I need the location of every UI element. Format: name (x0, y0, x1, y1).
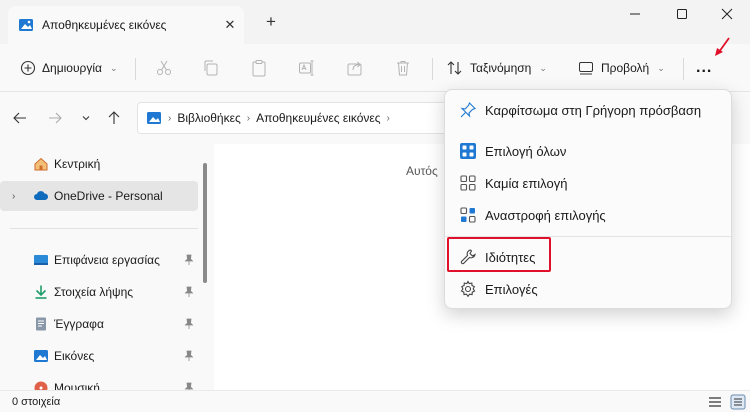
add-circle-icon (20, 60, 36, 76)
arrow-up-icon (108, 111, 120, 124)
menu-item-options[interactable]: Επιλογές (449, 274, 727, 304)
highlight-box (447, 237, 551, 272)
chevron-right-icon[interactable]: › (12, 191, 15, 202)
download-icon (35, 285, 47, 299)
rename-icon (299, 60, 314, 76)
delete-button[interactable] (394, 54, 412, 82)
new-tab-button[interactable]: + (260, 12, 282, 34)
divider (683, 58, 684, 80)
cloud-icon (34, 191, 49, 200)
sort-button[interactable]: Ταξινόμηση ⌄ (446, 54, 547, 82)
music-icon (34, 381, 48, 390)
menu-item-invert-selection[interactable]: Αναστροφή επιλογής (449, 200, 727, 230)
cut-button[interactable] (155, 54, 173, 82)
select-all-icon (460, 143, 476, 159)
close-window-button[interactable] (704, 0, 750, 28)
more-icon: ... (696, 59, 713, 76)
nav-item-onedrive[interactable]: › OneDrive - Personal (0, 181, 198, 211)
up-button[interactable] (104, 108, 124, 128)
nav-item-downloads[interactable]: Στοιχεία λήψης (0, 277, 198, 307)
copy-button[interactable] (202, 54, 220, 82)
invert-selection-icon (460, 207, 476, 223)
share-button[interactable] (346, 54, 364, 82)
new-button[interactable]: Δημιουργία ⌄ (20, 54, 117, 82)
view-button[interactable]: Προβολή ⌄ (577, 54, 665, 82)
command-bar: Δημιουργία ⌄ Ταξινόμηση ⌄ Προβολή ⌄ ... (0, 44, 750, 92)
sort-button-label: Ταξινόμηση (470, 61, 532, 75)
pin-icon[interactable] (184, 318, 194, 330)
nav-divider (10, 228, 198, 229)
pin-icon[interactable] (184, 286, 194, 298)
recent-locations-button[interactable] (76, 108, 96, 128)
new-button-label: Δημιουργία (42, 61, 102, 75)
title-bar: Αποθηκευμένες εικόνες ✕ + (0, 0, 750, 44)
home-icon (34, 157, 48, 171)
item-count: 0 στοιχεία (12, 396, 61, 408)
tiles-view-icon[interactable] (730, 394, 746, 410)
paste-button[interactable] (250, 54, 268, 82)
chevron-down-icon: ⌄ (657, 62, 665, 73)
tab-title: Αποθηκευμένες εικόνες (42, 18, 167, 32)
nav-item-pictures[interactable]: Εικόνες (0, 341, 198, 371)
pictures-icon (34, 350, 48, 362)
nav-item-home[interactable]: Κεντρική (0, 149, 198, 179)
pictures-folder-icon (19, 19, 33, 31)
nav-item-desktop[interactable]: Επιφάνεια εργασίας (0, 245, 198, 275)
pictures-folder-icon (147, 112, 161, 124)
select-none-icon (460, 175, 476, 191)
see-more-button[interactable]: ... (696, 54, 712, 82)
breadcrumb-saved-pictures[interactable]: Αποθηκευμένες εικόνες (256, 111, 380, 125)
details-view-icon[interactable] (708, 395, 722, 409)
chevron-down-icon: ⌄ (539, 62, 547, 73)
divider (135, 58, 136, 80)
desktop-icon (34, 255, 48, 265)
forward-button[interactable] (45, 108, 65, 128)
column-header[interactable]: Αυτός (406, 164, 438, 178)
arrow-right-icon (49, 112, 62, 124)
rename-button[interactable] (298, 54, 316, 82)
close-icon (721, 8, 733, 20)
view-icon (579, 62, 593, 75)
red-arrow-icon (715, 37, 730, 56)
see-more-menu: Καρφίτσωμα στη Γρήγορη πρόσβαση Επιλογή … (444, 89, 732, 309)
nav-item-music[interactable]: Μουσική (0, 373, 198, 390)
status-bar: 0 στοιχεία (0, 390, 750, 412)
back-button[interactable] (10, 108, 30, 128)
gear-icon (460, 280, 476, 298)
breadcrumb-chevron-icon: › (386, 112, 390, 124)
chevron-down-icon (82, 116, 90, 121)
paste-icon (252, 60, 266, 77)
chevron-down-icon: ⌄ (109, 62, 118, 73)
close-tab-icon[interactable]: ✕ (216, 17, 244, 33)
share-icon (347, 61, 362, 76)
breadcrumb-chevron-icon: › (168, 112, 172, 124)
address-bar[interactable]: › Βιβλιοθήκες › Αποθηκευμένες εικόνες › (137, 102, 457, 134)
copy-icon (204, 60, 218, 76)
pin-icon (460, 102, 476, 118)
breadcrumb-libraries[interactable]: Βιβλιοθήκες (177, 111, 240, 125)
menu-item-pin-quick-access[interactable]: Καρφίτσωμα στη Γρήγορη πρόσβαση (449, 95, 727, 125)
trash-icon (397, 61, 409, 76)
cut-icon (157, 60, 171, 75)
navigation-pane: Κεντρική › OneDrive - Personal Επιφάνεια… (0, 144, 214, 390)
maximize-button[interactable] (659, 0, 705, 28)
minimize-icon (630, 13, 640, 15)
tab-saved-pictures[interactable]: Αποθηκευμένες εικόνες ✕ (8, 6, 244, 44)
sort-icon (447, 61, 462, 75)
pin-icon[interactable] (184, 350, 194, 362)
menu-item-select-all[interactable]: Επιλογή όλων (449, 136, 727, 166)
breadcrumb-chevron-icon: › (246, 112, 251, 124)
view-button-label: Προβολή (601, 61, 650, 75)
menu-item-select-none[interactable]: Καμία επιλογή (449, 168, 727, 198)
arrow-left-icon (13, 112, 26, 124)
divider (432, 58, 433, 80)
pin-icon[interactable] (184, 382, 194, 390)
document-icon (36, 317, 46, 331)
nav-scrollbar[interactable] (203, 163, 207, 283)
minimize-button[interactable] (612, 0, 658, 28)
pin-icon[interactable] (184, 254, 194, 266)
nav-item-documents[interactable]: Έγγραφα (0, 309, 198, 339)
maximize-icon (677, 9, 687, 19)
